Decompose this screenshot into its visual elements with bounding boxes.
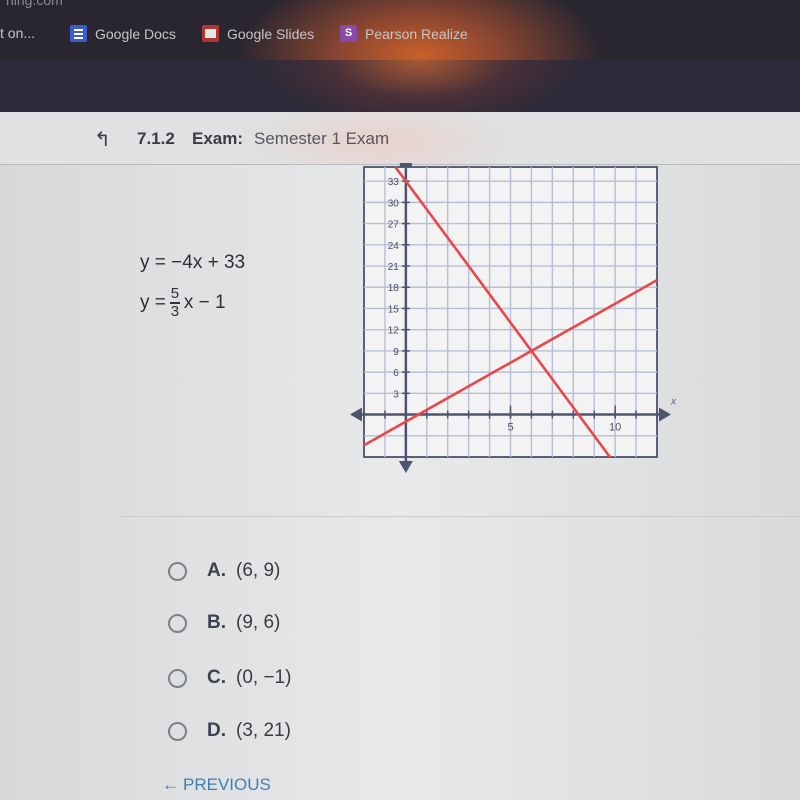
equation-2: y = 5 3 x − 1 — [140, 285, 226, 320]
option-value: (9, 6) — [236, 612, 281, 633]
y-tick-label: 30 — [388, 198, 400, 209]
bookmark-label: t on... — [0, 25, 36, 41]
y-tick-label: 27 — [388, 220, 400, 231]
answer-option-c[interactable]: C. (0, −1) — [168, 667, 291, 689]
exam-number: 7.1.2 — [137, 129, 175, 148]
y-axis-down-arrow — [398, 461, 413, 473]
option-letter: B. — [207, 612, 226, 633]
partial-url: ning.com — [6, 0, 63, 8]
equation-2-suffix: x − 1 — [183, 291, 226, 313]
exam-header: ↰ 7.1.2 Exam: Semester 1 Exam — [0, 112, 800, 165]
fraction: 5 3 — [169, 285, 180, 320]
google-slides-icon — [202, 25, 219, 42]
bookmark-google-docs[interactable]: Google Docs — [70, 25, 176, 42]
equation-2-prefix: y = — [140, 291, 166, 313]
bookmark-label: Google Docs — [95, 25, 176, 42]
y-axis-top-arrow — [399, 163, 412, 167]
y-tick-label: 12 — [388, 326, 400, 337]
fraction-denominator: 3 — [170, 302, 180, 320]
bookmark-partial[interactable]: t on... — [0, 25, 35, 41]
option-value: (0, −1) — [236, 667, 292, 688]
radio-button[interactable] — [168, 561, 187, 581]
previous-button[interactable]: ← PREVIOUS — [162, 775, 271, 795]
x-tick-label: 10 — [609, 422, 621, 434]
screen-glare-band — [0, 60, 800, 112]
y-tick-label: 33 — [388, 177, 400, 188]
radio-button[interactable] — [168, 668, 187, 688]
divider — [120, 516, 800, 517]
y-tick-label: 6 — [393, 368, 399, 379]
x-axis-right-arrow — [659, 407, 671, 422]
bookmark-label: Pearson Realize — [365, 25, 468, 42]
y-tick-label: 15 — [388, 304, 400, 315]
radio-button[interactable] — [168, 721, 187, 741]
y-tick-label: 18 — [388, 283, 400, 294]
y-tick-label: 3 — [393, 389, 399, 400]
bookmark-google-slides[interactable]: Google Slides — [202, 25, 314, 42]
option-letter: D. — [207, 720, 226, 741]
exam-title: Semester 1 Exam — [254, 129, 390, 148]
back-arrow-icon[interactable]: ↰ — [94, 127, 111, 152]
y-tick-label: 9 — [393, 347, 399, 358]
y-tick-label: 21 — [388, 262, 400, 273]
x-tick-label: 5 — [507, 422, 513, 434]
pearson-icon: S — [340, 25, 357, 42]
option-value: (3, 21) — [236, 720, 291, 741]
radio-button[interactable] — [168, 613, 187, 633]
bookmark-pearson-realize[interactable]: S Pearson Realize — [340, 25, 468, 42]
answer-option-a[interactable]: A. (6, 9) — [168, 560, 280, 582]
option-letter: C. — [207, 667, 226, 688]
coordinate-graph: 3 6 9 12 15 18 21 24 27 30 33 5 10 x — [350, 163, 677, 473]
x-axis-left-arrow — [350, 407, 362, 422]
equation-1: y = −4x + 33 — [140, 252, 246, 273]
y-tick-label: 24 — [388, 241, 400, 252]
bookmark-label: Google Slides — [227, 25, 315, 42]
x-axis-label: x — [670, 397, 677, 408]
arrow-left-icon: ← — [162, 775, 179, 794]
bookmarks-bar: ning.com t on... Google Docs Google Slid… — [0, 0, 800, 60]
option-value: (6, 9) — [236, 560, 281, 581]
fraction-numerator: 5 — [170, 285, 180, 302]
answer-option-b[interactable]: B. (9, 6) — [168, 612, 280, 634]
answer-option-d[interactable]: D. (3, 21) — [168, 720, 291, 742]
previous-label: PREVIOUS — [183, 775, 271, 794]
exam-label: Exam: — [192, 129, 244, 148]
google-docs-icon — [70, 25, 87, 42]
option-letter: A. — [207, 560, 226, 581]
